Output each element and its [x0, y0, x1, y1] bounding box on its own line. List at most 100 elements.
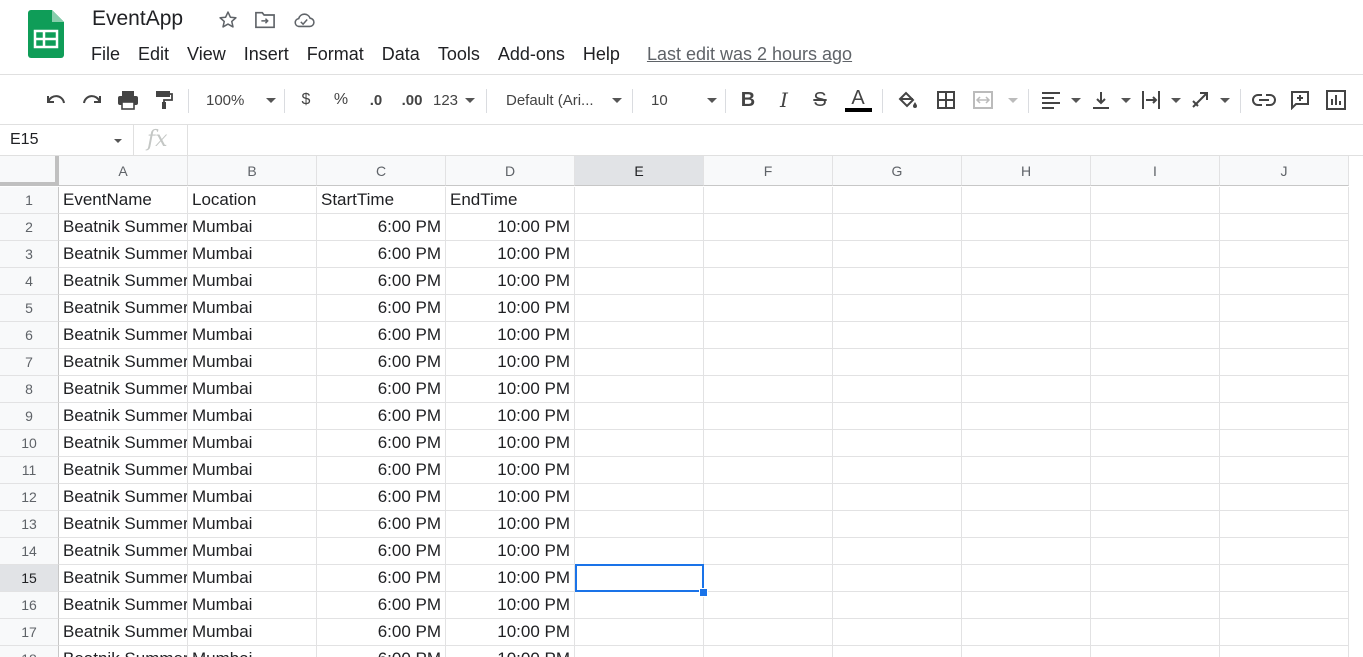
cell-g10[interactable]	[833, 430, 962, 457]
cell-i17[interactable]	[1091, 619, 1220, 646]
cell-e5[interactable]	[575, 295, 704, 322]
row-header[interactable]: 7	[0, 349, 59, 376]
cell-e17[interactable]	[575, 619, 704, 646]
cell-i4[interactable]	[1091, 268, 1220, 295]
cell-g7[interactable]	[833, 349, 962, 376]
menu-data[interactable]: Data	[373, 44, 429, 65]
cell-e10[interactable]	[575, 430, 704, 457]
cell-f15[interactable]	[704, 565, 833, 592]
cell-f9[interactable]	[704, 403, 833, 430]
row-header[interactable]: 13	[0, 511, 59, 538]
cell-h1[interactable]	[962, 187, 1091, 214]
cell-i1[interactable]	[1091, 187, 1220, 214]
cell-f14[interactable]	[704, 538, 833, 565]
font-size-select[interactable]: 10	[645, 87, 717, 113]
cell-a18[interactable]: Beatnik Summer	[59, 646, 188, 657]
cell-j8[interactable]	[1220, 376, 1349, 403]
cell-j16[interactable]	[1220, 592, 1349, 619]
cell-a1[interactable]: EventName	[59, 187, 188, 214]
cell-a2[interactable]: Beatnik Summer	[59, 214, 188, 241]
cell-b14[interactable]: Mumbai	[188, 538, 317, 565]
cell-j15[interactable]	[1220, 565, 1349, 592]
horizontal-align-button[interactable]	[1041, 87, 1081, 113]
row-header[interactable]: 15	[0, 565, 59, 592]
column-header-h[interactable]: H	[962, 156, 1091, 186]
cell-d11[interactable]: 10:00 PM	[446, 457, 575, 484]
percent-format-button[interactable]: %	[330, 87, 352, 113]
cell-c17[interactable]: 6:00 PM	[317, 619, 446, 646]
cell-d3[interactable]: 10:00 PM	[446, 241, 575, 268]
vertical-align-button[interactable]	[1091, 87, 1131, 113]
cell-i11[interactable]	[1091, 457, 1220, 484]
fill-handle[interactable]	[699, 588, 708, 597]
menu-edit[interactable]: Edit	[129, 44, 178, 65]
cell-b1[interactable]: Location	[188, 187, 317, 214]
cell-b7[interactable]: Mumbai	[188, 349, 317, 376]
cell-b12[interactable]: Mumbai	[188, 484, 317, 511]
cell-b6[interactable]: Mumbai	[188, 322, 317, 349]
cell-g14[interactable]	[833, 538, 962, 565]
sheets-logo-icon[interactable]	[28, 10, 64, 58]
cell-b10[interactable]: Mumbai	[188, 430, 317, 457]
cell-g13[interactable]	[833, 511, 962, 538]
row-header[interactable]: 14	[0, 538, 59, 565]
cell-d17[interactable]: 10:00 PM	[446, 619, 575, 646]
cell-e8[interactable]	[575, 376, 704, 403]
cell-c15[interactable]: 6:00 PM	[317, 565, 446, 592]
cell-h2[interactable]	[962, 214, 1091, 241]
insert-comment-icon[interactable]	[1288, 87, 1312, 113]
cell-c16[interactable]: 6:00 PM	[317, 592, 446, 619]
menu-tools[interactable]: Tools	[429, 44, 489, 65]
cell-i13[interactable]	[1091, 511, 1220, 538]
last-edit-link[interactable]: Last edit was 2 hours ago	[647, 44, 852, 65]
cell-h3[interactable]	[962, 241, 1091, 268]
fill-color-icon[interactable]	[895, 87, 919, 113]
cloud-saved-icon[interactable]	[293, 9, 315, 31]
cell-e16[interactable]	[575, 592, 704, 619]
column-header-f[interactable]: F	[704, 156, 833, 186]
row-header[interactable]: 4	[0, 268, 59, 295]
cell-f17[interactable]	[704, 619, 833, 646]
cell-j12[interactable]	[1220, 484, 1349, 511]
cell-d12[interactable]: 10:00 PM	[446, 484, 575, 511]
menu-format[interactable]: Format	[298, 44, 373, 65]
menu-help[interactable]: Help	[574, 44, 629, 65]
cell-c5[interactable]: 6:00 PM	[317, 295, 446, 322]
cell-c18[interactable]: 6:00 PM	[317, 646, 446, 657]
cell-g3[interactable]	[833, 241, 962, 268]
cell-j2[interactable]	[1220, 214, 1349, 241]
cell-e11[interactable]	[575, 457, 704, 484]
cell-c13[interactable]: 6:00 PM	[317, 511, 446, 538]
cell-d15[interactable]: 10:00 PM	[446, 565, 575, 592]
row-header[interactable]: 9	[0, 403, 59, 430]
cell-g8[interactable]	[833, 376, 962, 403]
cell-a10[interactable]: Beatnik Summer	[59, 430, 188, 457]
cell-b13[interactable]: Mumbai	[188, 511, 317, 538]
cell-b18[interactable]: Mumbai	[188, 646, 317, 657]
cell-b8[interactable]: Mumbai	[188, 376, 317, 403]
cell-a17[interactable]: Beatnik Summer	[59, 619, 188, 646]
cell-c1[interactable]: StartTime	[317, 187, 446, 214]
cell-a6[interactable]: Beatnik Summer	[59, 322, 188, 349]
cell-j7[interactable]	[1220, 349, 1349, 376]
cell-b17[interactable]: Mumbai	[188, 619, 317, 646]
cell-g6[interactable]	[833, 322, 962, 349]
cell-e2[interactable]	[575, 214, 704, 241]
cell-a4[interactable]: Beatnik Summer	[59, 268, 188, 295]
cell-d14[interactable]: 10:00 PM	[446, 538, 575, 565]
cell-h18[interactable]	[962, 646, 1091, 657]
cell-a7[interactable]: Beatnik Summer	[59, 349, 188, 376]
cell-g18[interactable]	[833, 646, 962, 657]
cell-c3[interactable]: 6:00 PM	[317, 241, 446, 268]
increase-decimal-button[interactable]: .00	[398, 87, 426, 113]
merge-cells-button[interactable]	[972, 87, 1018, 113]
row-header[interactable]: 17	[0, 619, 59, 646]
cell-j3[interactable]	[1220, 241, 1349, 268]
strikethrough-button[interactable]: S	[809, 87, 831, 113]
column-header-b[interactable]: B	[188, 156, 317, 186]
cell-h11[interactable]	[962, 457, 1091, 484]
cell-j18[interactable]	[1220, 646, 1349, 657]
cell-g11[interactable]	[833, 457, 962, 484]
cell-d9[interactable]: 10:00 PM	[446, 403, 575, 430]
cell-d8[interactable]: 10:00 PM	[446, 376, 575, 403]
